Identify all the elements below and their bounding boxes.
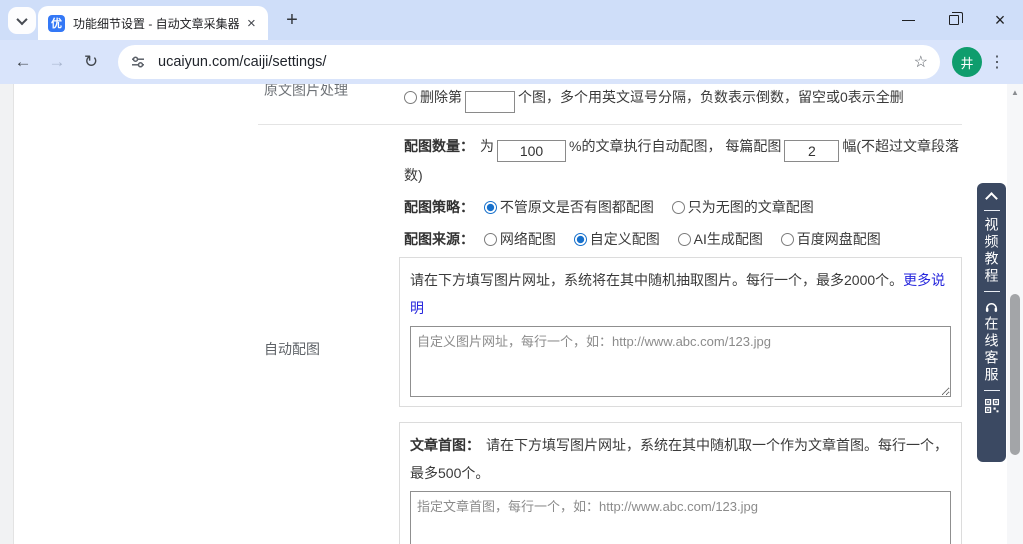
- back-to-top-icon[interactable]: [985, 192, 998, 205]
- custom-image-urls-textarea[interactable]: [410, 326, 951, 397]
- restore-icon: [949, 15, 959, 25]
- delete-image-text-prefix: 删除第: [420, 89, 462, 105]
- reload-button[interactable]: ↻: [74, 52, 108, 72]
- radio-icon[interactable]: [781, 233, 794, 246]
- forward-button[interactable]: →: [40, 52, 74, 72]
- radio-icon[interactable]: [672, 201, 685, 214]
- percent-input[interactable]: [497, 140, 566, 162]
- browser-window: 优 功能细节设置 - 自动文章采集器 × + × ← → ↻ ucaiyun.c…: [0, 0, 1023, 544]
- source-option-custom[interactable]: 自定义配图: [574, 231, 660, 247]
- panel-divider: [984, 390, 1000, 391]
- custom-image-box: 请在下方填写图片网址，系统将在其中随机抽取图片。每行一个，最多2000个。更多说…: [399, 257, 962, 407]
- delete-image-radio[interactable]: [404, 91, 417, 104]
- strategy-option-no-image-only[interactable]: 只为无图的文章配图: [672, 199, 814, 215]
- site-settings-icon[interactable]: [130, 54, 146, 70]
- radio-icon[interactable]: [678, 233, 691, 246]
- panel-divider: [984, 210, 1000, 211]
- browser-titlebar: 优 功能细节设置 - 自动文章采集器 × + ×: [0, 0, 1023, 40]
- image-strategy-line: 配图策略： 不管原文是否有图都配图 只为无图的文章配图: [399, 194, 962, 220]
- image-source-title: 配图来源：: [404, 231, 474, 247]
- back-button[interactable]: ←: [6, 52, 40, 72]
- delete-image-text-suffix: 个图，多个用英文逗号分隔，负数表示倒数，留空或0表示全删: [518, 89, 904, 105]
- image-quantity-title: 配图数量：: [404, 138, 474, 154]
- restore-button[interactable]: [931, 0, 977, 40]
- address-bar[interactable]: ucaiyun.com/caiji/settings/ ☆: [118, 45, 940, 79]
- source-option-web[interactable]: 网络配图: [484, 231, 556, 247]
- profile-avatar[interactable]: 井: [952, 47, 982, 77]
- video-tutorial-button[interactable]: 视频教程: [985, 217, 999, 285]
- source-option-ai[interactable]: AI生成配图: [678, 231, 763, 247]
- original-image-label: 原文图片处理: [258, 84, 399, 124]
- minimize-icon: [902, 20, 915, 21]
- headset-icon: [984, 300, 999, 314]
- qr-code-icon[interactable]: [985, 399, 999, 413]
- head-image-instruction: 文章首图：请在下方填写图片网址，系统在其中随机取一个作为文章首图。每行一个，最多…: [410, 431, 951, 487]
- head-image-box: 文章首图：请在下方填写图片网址，系统在其中随机取一个作为文章首图。每行一个，最多…: [399, 422, 962, 544]
- radio-selected-icon[interactable]: [574, 233, 587, 246]
- page-content: 原文图片处理 删除第 个图，多个用英文逗号分隔，负数表示倒数，留空或0表示全删 自…: [0, 84, 1007, 544]
- head-image-urls-textarea[interactable]: [410, 491, 951, 544]
- panel-divider: [984, 291, 1000, 292]
- settings-form: 原文图片处理 删除第 个图，多个用英文逗号分隔，负数表示倒数，留空或0表示全删 自…: [258, 84, 962, 544]
- url-text[interactable]: ucaiyun.com/caiji/settings/: [158, 54, 906, 70]
- browser-menu-icon[interactable]: ⋮: [982, 52, 1012, 72]
- scrollbar-thumb[interactable]: [1010, 294, 1020, 455]
- strategy-option-always[interactable]: 不管原文是否有图都配图: [484, 199, 654, 215]
- custom-image-instruction: 请在下方填写图片网址，系统将在其中随机抽取图片。每行一个，最多2000个。更多说…: [410, 266, 951, 322]
- floating-side-panel: 视频教程 在线客服: [977, 183, 1006, 462]
- image-strategy-title: 配图策略：: [404, 199, 474, 215]
- scroll-up-arrow[interactable]: ▲: [1007, 84, 1023, 100]
- delete-image-index-input[interactable]: [465, 91, 515, 113]
- page-scrollbar[interactable]: ▲: [1007, 84, 1023, 544]
- browser-toolbar: ← → ↻ ucaiyun.com/caiji/settings/ ☆ 井 ⋮: [0, 40, 1023, 84]
- bookmark-star-icon[interactable]: ☆: [914, 52, 928, 72]
- site-favicon: 优: [48, 15, 65, 32]
- image-quantity-line: 配图数量：为%的文章执行自动配图， 每篇配图幅(不超过文章段落数): [399, 133, 962, 188]
- tab-close-icon[interactable]: ×: [247, 16, 256, 31]
- tab-search-button[interactable]: [8, 7, 36, 34]
- auto-image-row: 自动配图 配图数量：为%的文章执行自动配图， 每篇配图幅(不超过文章段落数) 配…: [258, 125, 962, 544]
- images-per-article-input[interactable]: [784, 140, 839, 162]
- minimize-button[interactable]: [885, 0, 931, 40]
- tab-title: 功能细节设置 - 自动文章采集器: [73, 15, 245, 32]
- radio-selected-icon[interactable]: [484, 201, 497, 214]
- image-source-line: 配图来源： 网络配图 自定义配图 AI生成配图 百度网盘配图: [399, 226, 962, 252]
- original-image-row: 原文图片处理 删除第 个图，多个用英文逗号分隔，负数表示倒数，留空或0表示全删: [258, 84, 962, 124]
- source-option-baidu-pan[interactable]: 百度网盘配图: [781, 231, 881, 247]
- close-icon: ×: [995, 11, 1006, 29]
- quantity-mid-text: %的文章执行自动配图， 每篇配图: [569, 138, 781, 154]
- auto-image-label: 自动配图: [258, 339, 399, 359]
- new-tab-button[interactable]: +: [280, 8, 304, 32]
- quantity-pre-text: 为: [480, 138, 494, 154]
- head-image-title: 文章首图：: [410, 437, 480, 453]
- close-window-button[interactable]: ×: [977, 0, 1023, 40]
- chevron-down-icon: [16, 13, 27, 24]
- online-service-button[interactable]: 在线客服: [985, 316, 999, 384]
- page-left-margin: [0, 84, 14, 544]
- radio-icon[interactable]: [484, 233, 497, 246]
- browser-tab[interactable]: 优 功能细节设置 - 自动文章采集器 ×: [38, 6, 268, 40]
